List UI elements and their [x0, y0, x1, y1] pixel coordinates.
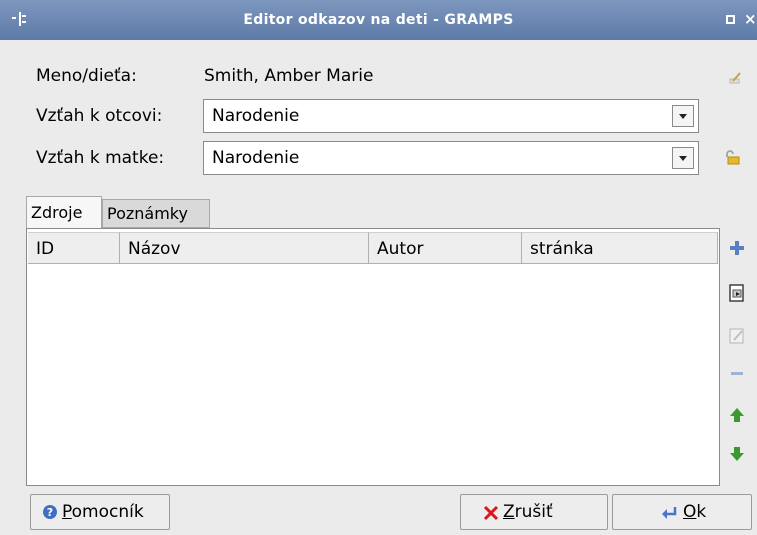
move-up-icon[interactable]	[727, 405, 747, 425]
ok-button-label: Ok	[683, 502, 707, 522]
mother-relation-value: Narodenie	[212, 148, 300, 168]
mother-relation-select[interactable]: Narodenie	[203, 141, 699, 175]
father-relation-label: Vzťah k otcovi:	[36, 106, 163, 126]
column-header-id[interactable]: ID	[28, 232, 120, 264]
edit-icon[interactable]	[727, 326, 747, 346]
column-header-title[interactable]: Názov	[120, 232, 369, 264]
edit-person-icon[interactable]	[727, 70, 743, 86]
father-relation-select[interactable]: Narodenie	[203, 99, 699, 133]
help-button[interactable]: ? Pomocník	[30, 494, 170, 530]
maximize-icon[interactable]	[726, 15, 735, 24]
ok-arrow-icon	[662, 507, 677, 519]
cancel-button[interactable]: Zrušiť	[460, 494, 608, 530]
chevron-down-icon[interactable]	[672, 147, 694, 169]
column-header-page[interactable]: stránka	[522, 232, 718, 264]
svg-text:?: ?	[47, 506, 53, 519]
add-icon[interactable]	[727, 238, 747, 258]
share-existing-icon[interactable]	[727, 283, 747, 303]
column-header-author[interactable]: Autor	[369, 232, 522, 264]
help-button-label: Pomocník	[62, 502, 144, 522]
privacy-lock-icon[interactable]	[724, 150, 740, 166]
move-down-icon[interactable]	[727, 444, 747, 464]
cancel-x-icon	[483, 505, 499, 521]
close-icon[interactable]: ×	[744, 9, 757, 29]
cancel-button-label: Zrušiť	[503, 502, 553, 522]
ok-button[interactable]: Ok	[612, 494, 752, 530]
child-name-value: Smith, Amber Marie	[204, 66, 374, 86]
table-header: ID Názov Autor stránka	[28, 232, 718, 264]
title-bar[interactable]: Editor odkazov na deti - GRAMPS ×	[0, 0, 757, 40]
father-relation-value: Narodenie	[212, 106, 300, 126]
chevron-down-icon[interactable]	[672, 105, 694, 127]
sources-table[interactable]: ID Názov Autor stránka	[26, 228, 720, 486]
tab-sources[interactable]: Zdroje	[26, 196, 102, 228]
mother-relation-label: Vzťah k matke:	[36, 148, 165, 168]
help-icon: ?	[43, 505, 57, 519]
window-title: Editor odkazov na deti - GRAMPS	[243, 12, 514, 28]
remove-icon[interactable]	[727, 363, 747, 383]
child-label: Meno/dieťa:	[36, 66, 137, 86]
tab-notes[interactable]: Poznámky	[102, 199, 210, 228]
